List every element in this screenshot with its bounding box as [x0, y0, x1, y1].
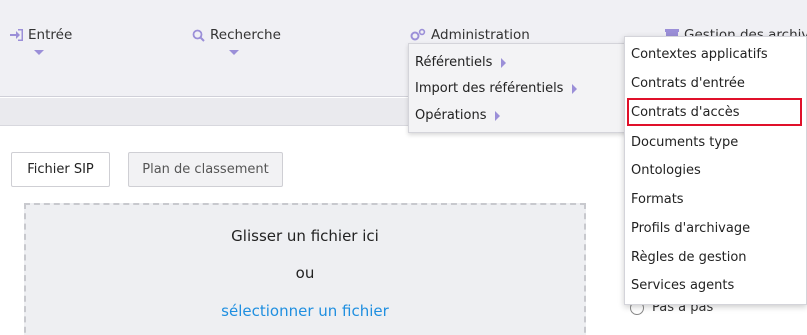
- submenu-item-regles-gestion[interactable]: Règles de gestion: [627, 243, 802, 271]
- nav-recherche[interactable]: Recherche: [192, 27, 281, 43]
- tab-fichier-sip[interactable]: Fichier SIP: [11, 152, 110, 187]
- menu-item-import-referentiels[interactable]: Import des référentiels: [415, 74, 578, 103]
- menu-item-referentiels[interactable]: Référentiels: [415, 48, 507, 77]
- submenu-item-ontologies[interactable]: Ontologies: [627, 156, 802, 184]
- drop-zone-or: ou: [295, 264, 315, 282]
- submenu-item-contrats-entree[interactable]: Contrats d'entrée: [627, 69, 802, 97]
- sign-in-icon: [10, 29, 23, 41]
- administration-menu: Référentiels Import des référentiels Opé…: [408, 43, 628, 133]
- nav-recherche-label: Recherche: [210, 27, 281, 43]
- submenu-arrow-icon: [572, 83, 578, 94]
- nav-entree-caret-icon[interactable]: [34, 50, 44, 55]
- nav-entree[interactable]: Entrée: [10, 27, 72, 43]
- nav-recherche-caret-icon[interactable]: [229, 50, 239, 55]
- submenu-item-contrats-acces[interactable]: Contrats d'accès: [627, 98, 802, 126]
- nav-administration[interactable]: Administration: [410, 27, 530, 43]
- search-icon: [192, 29, 205, 42]
- gears-icon: [410, 28, 426, 42]
- submenu-item-services-agents[interactable]: Services agents: [627, 271, 802, 299]
- tab-plan-de-classement[interactable]: Plan de classement: [128, 152, 283, 187]
- menu-item-referentiels-label: Référentiels: [415, 55, 493, 70]
- menu-item-operations-label: Opérations: [415, 108, 487, 123]
- drop-zone-title: Glisser un fichier ici: [231, 227, 379, 245]
- submenu-arrow-icon: [501, 57, 507, 68]
- menu-item-operations[interactable]: Opérations: [415, 101, 501, 130]
- nav-administration-label: Administration: [431, 27, 530, 43]
- submenu-item-formats[interactable]: Formats: [627, 185, 802, 213]
- select-file-link[interactable]: sélectionner un fichier: [26, 302, 584, 320]
- menu-item-import-referentiels-label: Import des référentiels: [415, 81, 564, 96]
- submenu-item-documents-type[interactable]: Documents type: [627, 128, 802, 156]
- submenu-item-profils-archivage[interactable]: Profils d'archivage: [627, 214, 802, 242]
- submenu-arrow-icon: [495, 110, 501, 121]
- file-drop-zone[interactable]: Glisser un fichier ici ou sélectionner u…: [24, 203, 586, 335]
- submenu-item-contextes-applicatifs[interactable]: Contextes applicatifs: [627, 40, 802, 68]
- referentiels-submenu: Contextes applicatifs Contrats d'entrée …: [624, 36, 807, 305]
- nav-entree-label: Entrée: [28, 27, 73, 43]
